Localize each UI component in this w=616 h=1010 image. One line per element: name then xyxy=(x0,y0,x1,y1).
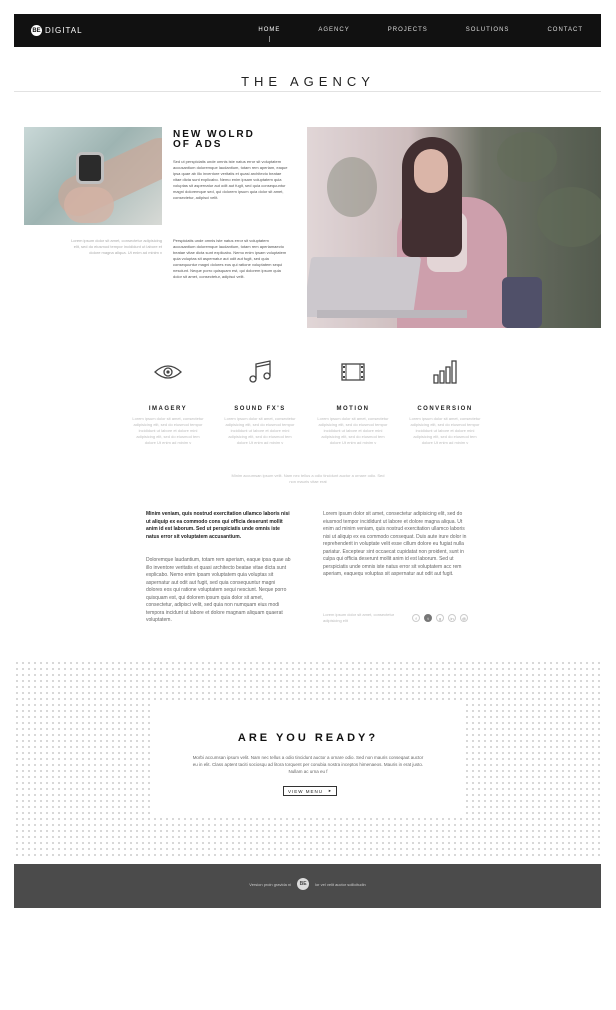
intro-paragraph-1: Sed ut perspiciatis unde omnis iste natu… xyxy=(173,159,288,200)
view-menu-label: VIEW MENU xyxy=(288,788,324,794)
service-title: IMAGERY xyxy=(148,406,188,412)
watch-face xyxy=(76,152,104,184)
service-description: Lorem ipsum dolor sit amet, consectetur … xyxy=(317,416,389,445)
logo[interactable]: BE DIGITAL xyxy=(31,25,83,36)
facebook-icon[interactable]: f xyxy=(412,614,420,622)
linkedin-icon[interactable]: in xyxy=(448,614,456,622)
twitter-icon[interactable]: t xyxy=(424,614,432,622)
nav-item-solutions[interactable]: SOLUTIONS xyxy=(466,27,510,33)
nav-item-home[interactable]: HOME xyxy=(258,27,280,42)
logo-text: DIGITAL xyxy=(45,26,83,35)
service-title: SOUND FX'S xyxy=(234,406,286,412)
logo-mark: BE xyxy=(31,25,42,36)
headline-line-2: OF ADS xyxy=(173,139,223,150)
footer: Version proin gravida ni BE lor vel veli… xyxy=(14,864,601,908)
service-title: CONVERSION xyxy=(417,406,473,412)
intro-paragraph-2: Perspiciatis unde omnis iste natus error… xyxy=(173,238,287,279)
smartwatch-photo xyxy=(24,127,162,225)
footer-row: Version proin gravida ni BE lor vel veli… xyxy=(14,878,601,890)
google-plus-icon[interactable]: g xyxy=(436,614,444,622)
film-icon xyxy=(317,358,389,386)
social-links: f t g in @ xyxy=(412,614,472,622)
footer-text-right: lor vel velit auctor sollicitudin xyxy=(315,881,366,887)
nav-item-contact[interactable]: CONTACT xyxy=(547,27,583,33)
section-headline: NEW WOLRD OF ADS xyxy=(173,130,293,150)
title-divider xyxy=(14,91,601,92)
right-column-body: Lorem ipsum dolor sit amet, consectetur … xyxy=(323,511,467,577)
footer-text-left: Version proin gravida ni xyxy=(249,881,292,887)
footer-logo[interactable]: BE xyxy=(297,878,310,890)
services-note: Minim accumsan ipsum velit. Nam nec tell… xyxy=(231,473,385,484)
service-description: Lorem ipsum dolor sit amet, consectetur … xyxy=(224,416,296,445)
nav-item-agency[interactable]: AGENCY xyxy=(318,27,349,33)
top-nav-bar: BE DIGITAL HOME AGENCY PROJECTS SOLUTION… xyxy=(14,14,601,47)
music-note-icon xyxy=(224,358,296,386)
service-title: MOTION xyxy=(336,406,370,412)
mail-icon[interactable]: @ xyxy=(460,614,468,622)
page-title: THE AGENCY xyxy=(241,74,375,89)
service-sound-fx: SOUND FX'S Lorem ipsum dolor sit amet, c… xyxy=(224,358,296,446)
nav-item-projects[interactable]: PROJECTS xyxy=(388,27,428,33)
cta-text: Morbi accumsan ipsum velit. Nam nec tell… xyxy=(192,755,424,774)
bar-chart-icon xyxy=(409,358,481,386)
service-description: Lorem ipsum dolor sit amet, consectetur … xyxy=(132,416,204,445)
nav-menu: HOME AGENCY PROJECTS SOLUTIONS CONTACT xyxy=(220,27,583,42)
photo-caption: Lorem ipsum dolor sit amet, consectetur … xyxy=(71,238,162,255)
woman-laptop-photo xyxy=(307,127,601,328)
service-imagery: IMAGERY Lorem ipsum dolor sit amet, cons… xyxy=(132,358,204,446)
cta-title: ARE YOU READY? xyxy=(237,732,379,744)
eye-icon xyxy=(132,358,204,386)
service-motion: MOTION Lorem ipsum dolor sit amet, conse… xyxy=(317,358,389,446)
left-column-body: Doloremque laudantium, totam rem aperiam… xyxy=(146,557,291,623)
right-column-caption: Lorem ipsum dolor sit amet, consectetur … xyxy=(323,612,395,623)
service-description: Lorem ipsum dolor sit amet, consectetur … xyxy=(409,416,481,445)
left-column-lead: Minim veniam, quis nostrud exercitation … xyxy=(146,511,290,540)
caret-right-icon: ▸ xyxy=(328,788,332,793)
service-conversion: CONVERSION Lorem ipsum dolor sit amet, c… xyxy=(409,358,481,446)
view-menu-button[interactable]: VIEW MENU ▸ xyxy=(283,786,337,796)
